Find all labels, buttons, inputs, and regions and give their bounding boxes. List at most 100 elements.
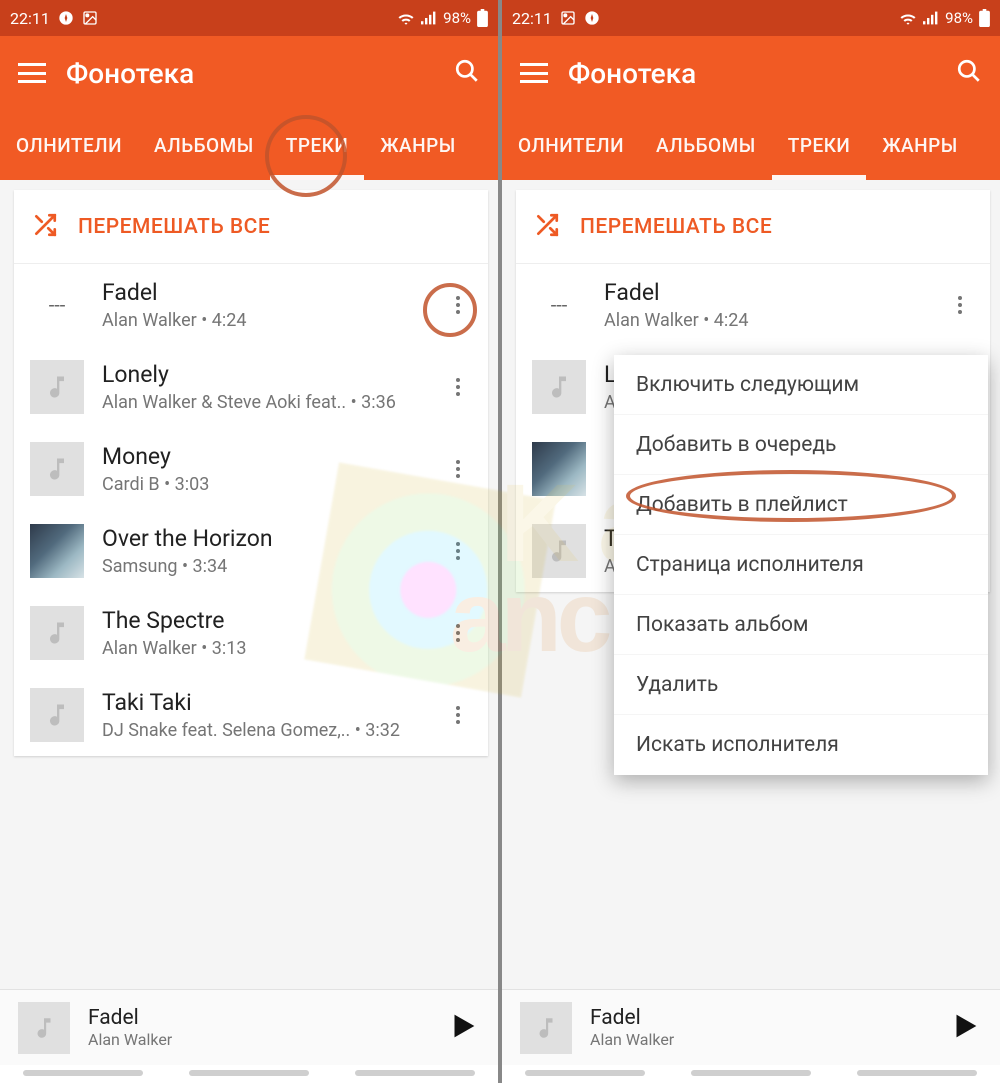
track-row[interactable]: The Spectre Alan Walker • 3:13 (14, 592, 488, 674)
shuffle-icon (534, 212, 560, 242)
album-art-icon (30, 360, 84, 414)
compass-icon (584, 10, 600, 26)
shuffle-label: ПЕРЕМЕШАТЬ ВСЕ (78, 215, 270, 239)
app-bar: Фонотека (502, 36, 1000, 110)
shuffle-all-button[interactable]: ПЕРЕМЕШАТЬ ВСЕ (516, 190, 990, 264)
nav-back[interactable] (857, 1070, 977, 1076)
nav-recent[interactable] (525, 1070, 645, 1076)
shuffle-all-button[interactable]: ПЕРЕМЕШАТЬ ВСЕ (14, 190, 488, 264)
track-row[interactable]: Over the Horizon Samsung • 3:34 (14, 510, 488, 592)
tab-strip: ОЛНИТЕЛИ АЛЬБОМЫ ТРЕКИ ЖАНРЫ (0, 110, 498, 180)
tab-tracks[interactable]: ТРЕКИ (270, 110, 365, 180)
now-playing-artist: Alan Walker (88, 1030, 428, 1049)
track-more-button[interactable] (938, 283, 982, 327)
nav-home[interactable] (189, 1070, 309, 1076)
status-time: 22:11 (512, 9, 552, 28)
now-playing-artist: Alan Walker (590, 1030, 930, 1049)
more-vert-icon (456, 378, 460, 396)
tab-strip: ОЛНИТЕЛИ АЛЬБОМЫ ТРЕКИ ЖАНРЫ (502, 110, 1000, 180)
track-subtitle: DJ Snake feat. Selena Gomez,.. • 3:32 (102, 720, 418, 741)
menu-search-artist[interactable]: Искать исполнителя (614, 715, 988, 775)
play-icon (446, 1009, 480, 1043)
more-vert-icon (456, 624, 460, 642)
menu-icon[interactable] (18, 63, 46, 83)
now-playing-title: Fadel (88, 1006, 428, 1030)
album-art-icon (30, 524, 84, 578)
track-title: Money (102, 443, 418, 470)
album-art-icon (30, 606, 84, 660)
track-more-button[interactable] (436, 693, 480, 737)
battery-icon (979, 9, 990, 27)
play-button[interactable] (948, 1009, 982, 1047)
track-title: Lonely (102, 361, 418, 388)
shuffle-icon (32, 212, 58, 242)
menu-icon[interactable] (520, 63, 548, 83)
tab-albums[interactable]: АЛЬБОМЫ (640, 110, 772, 180)
nav-bar (502, 1065, 1000, 1083)
track-title: Over the Horizon (102, 525, 418, 552)
tab-genres[interactable]: ЖАНРЫ (364, 110, 471, 180)
track-more-button[interactable] (436, 611, 480, 655)
menu-artist-page[interactable]: Страница исполнителя (614, 535, 988, 595)
track-row[interactable]: --- Fadel Alan Walker • 4:24 (516, 264, 990, 346)
track-row[interactable]: Money Cardi B • 3:03 (14, 428, 488, 510)
page-title: Фонотека (568, 57, 936, 90)
now-playing-bar[interactable]: Fadel Alan Walker (502, 989, 1000, 1065)
tab-artists[interactable]: ОЛНИТЕЛИ (0, 110, 138, 180)
now-playing-title: Fadel (590, 1006, 930, 1030)
nav-bar (0, 1065, 498, 1083)
search-icon[interactable] (956, 58, 982, 88)
shuffle-label: ПЕРЕМЕШАТЬ ВСЕ (580, 215, 772, 239)
now-playing-art-icon (520, 1002, 572, 1054)
wifi-icon (899, 11, 917, 25)
album-art-icon (30, 688, 84, 742)
signal-icon (421, 11, 437, 25)
search-icon[interactable] (454, 58, 480, 88)
menu-play-next[interactable]: Включить следующим (614, 355, 988, 415)
pane-right: 22:11 98% (502, 0, 1000, 1083)
track-more-button[interactable] (436, 529, 480, 573)
page-title: Фонотека (66, 57, 434, 90)
menu-add-playlist[interactable]: Добавить в плейлист (614, 475, 988, 535)
status-bar: 22:11 98% (0, 0, 498, 36)
album-art-icon (532, 360, 586, 414)
track-subtitle: Alan Walker • 4:24 (604, 310, 920, 331)
battery-percent: 98% (945, 9, 973, 27)
nav-recent[interactable] (23, 1070, 143, 1076)
album-art-icon: --- (532, 278, 586, 332)
track-title: Fadel (604, 279, 920, 306)
play-button[interactable] (446, 1009, 480, 1047)
content-area: ПЕРЕМЕШАТЬ ВСЕ --- Fadel Alan Walker • 4… (0, 180, 498, 989)
nav-back[interactable] (355, 1070, 475, 1076)
more-vert-icon (958, 296, 962, 314)
nav-home[interactable] (691, 1070, 811, 1076)
track-subtitle: Cardi B • 3:03 (102, 474, 418, 495)
track-title: The Spectre (102, 607, 418, 634)
battery-icon (477, 9, 488, 27)
wifi-icon (397, 11, 415, 25)
tab-albums[interactable]: АЛЬБОМЫ (138, 110, 270, 180)
track-row[interactable]: --- Fadel Alan Walker • 4:24 (14, 264, 488, 346)
more-vert-icon (456, 706, 460, 724)
track-subtitle: Samsung • 3:34 (102, 556, 418, 577)
menu-show-album[interactable]: Показать альбом (614, 595, 988, 655)
track-row[interactable]: Lonely Alan Walker & Steve Aoki feat.. •… (14, 346, 488, 428)
menu-add-queue[interactable]: Добавить в очередь (614, 415, 988, 475)
tab-artists[interactable]: ОЛНИТЕЛИ (502, 110, 640, 180)
track-list-card: ПЕРЕМЕШАТЬ ВСЕ --- Fadel Alan Walker • 4… (14, 190, 488, 756)
track-subtitle: Alan Walker • 3:13 (102, 638, 418, 659)
menu-delete[interactable]: Удалить (614, 655, 988, 715)
track-more-button[interactable] (436, 447, 480, 491)
now-playing-bar[interactable]: Fadel Alan Walker (0, 989, 498, 1065)
more-vert-icon (456, 460, 460, 478)
more-vert-icon (456, 296, 460, 314)
track-more-button[interactable] (436, 365, 480, 409)
tab-genres[interactable]: ЖАНРЫ (866, 110, 973, 180)
album-art-icon: --- (30, 278, 84, 332)
track-more-button[interactable] (436, 283, 480, 327)
play-icon (948, 1009, 982, 1043)
album-art-icon (532, 524, 586, 578)
app-bar: Фонотека (0, 36, 498, 110)
track-row[interactable]: Taki Taki DJ Snake feat. Selena Gomez,..… (14, 674, 488, 756)
tab-tracks[interactable]: ТРЕКИ (772, 110, 867, 180)
